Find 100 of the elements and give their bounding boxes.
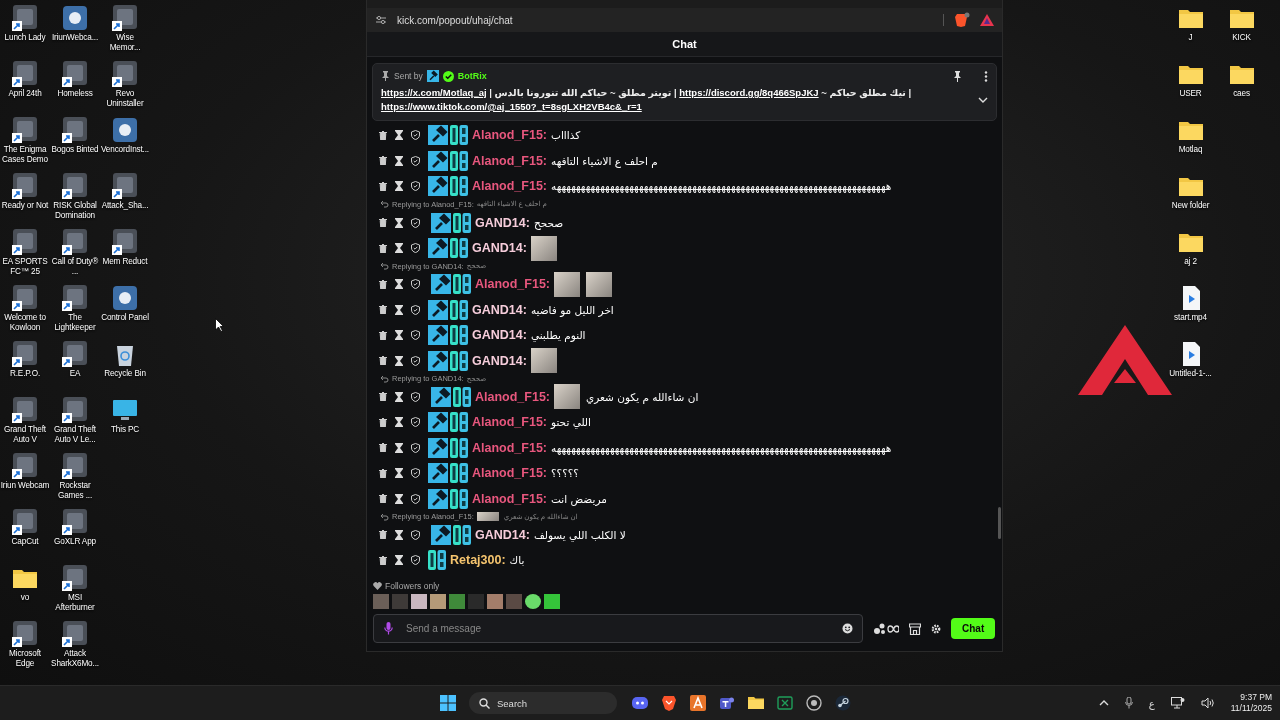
app-icon[interactable]	[61, 4, 89, 32]
desktop-icon-label[interactable]: EA SPORTS FC™ 25	[0, 257, 50, 277]
username[interactable]: Alanod_F15:	[472, 153, 547, 168]
app-shortcut-icon[interactable]	[61, 396, 89, 424]
desktop-icon-label[interactable]: EA	[69, 369, 81, 379]
username[interactable]: Alanod_F15:	[472, 415, 547, 430]
clock-time[interactable]: 9:37 PM	[1240, 692, 1272, 703]
triangle-app-icon[interactable]	[690, 695, 706, 711]
pinned-author[interactable]: BotRix	[457, 71, 487, 81]
desktop-icon-label[interactable]: MSI Afterburner	[50, 593, 100, 613]
app-shortcut-icon[interactable]	[61, 620, 89, 648]
link[interactable]: https://x.com/Motlaq_aj	[381, 87, 487, 98]
app-shortcut-icon[interactable]	[11, 620, 39, 648]
hourglass-icon[interactable]	[395, 304, 403, 315]
shield-icon[interactable]	[411, 330, 420, 341]
shield-icon[interactable]	[411, 155, 420, 166]
chat-app-icon[interactable]	[632, 695, 648, 711]
desktop-icon-label[interactable]: Untitled-1-...	[1169, 369, 1212, 379]
shield-icon[interactable]	[411, 391, 420, 402]
taskbar-search-field[interactable]: Search	[469, 692, 617, 714]
app-shortcut-icon[interactable]	[61, 508, 89, 536]
app-shortcut-icon[interactable]	[11, 452, 39, 480]
app-shortcut-icon[interactable]	[61, 172, 89, 200]
shield-icon[interactable]	[411, 493, 420, 504]
circle-app-icon[interactable]	[806, 695, 822, 711]
triangle-icon[interactable]	[980, 14, 994, 26]
trash-icon[interactable]	[379, 417, 387, 427]
desktop-icon-label[interactable]: Revo Uninstaller	[100, 89, 150, 109]
username[interactable]: GAND14:	[475, 527, 530, 542]
desktop-icon-label[interactable]: New folder	[1171, 201, 1210, 211]
desktop-icon-label[interactable]: RISK Global Domination	[50, 201, 100, 221]
app-shortcut-icon[interactable]	[111, 4, 139, 32]
trash-icon[interactable]	[379, 181, 387, 191]
shield-icon[interactable]	[411, 181, 420, 192]
desktop-icon-label[interactable]: Recycle Bin	[104, 369, 146, 379]
trash-icon[interactable]	[379, 243, 387, 253]
desktop-icon-label[interactable]: Welcome to Kowloon	[0, 313, 50, 333]
trash-icon[interactable]	[379, 218, 387, 228]
shield-icon[interactable]	[411, 217, 420, 228]
shield-icon[interactable]	[411, 468, 420, 479]
desktop-icon-label[interactable]: Homeless	[57, 89, 93, 99]
microphone-icon[interactable]	[384, 622, 393, 635]
username[interactable]: GAND14:	[472, 353, 527, 368]
shield-icon[interactable]	[411, 243, 420, 253]
app-shortcut-icon[interactable]	[11, 340, 39, 368]
username[interactable]: Retaj300:	[450, 553, 506, 568]
emote-image[interactable]	[525, 594, 541, 609]
desktop-icon-label[interactable]: Iriun Webcam	[0, 481, 50, 491]
hourglass-icon[interactable]	[395, 555, 403, 566]
desktop-icon-label[interactable]: Call of Duty® ...	[50, 257, 100, 277]
people-app-icon[interactable]	[719, 695, 735, 711]
desktop-icon-label[interactable]: Mem Reduct	[102, 257, 148, 267]
app-shortcut-icon[interactable]	[61, 340, 89, 368]
gear-circle-icon[interactable]	[835, 695, 851, 711]
points-infinity-icon[interactable]	[873, 622, 899, 635]
app-shortcut-icon[interactable]	[61, 564, 89, 592]
app-shortcut-icon[interactable]	[61, 60, 89, 88]
hourglass-icon[interactable]	[395, 279, 403, 290]
chevron-down-icon[interactable]	[978, 97, 988, 103]
desktop-icon-label[interactable]: VencordInst...	[101, 145, 149, 155]
lion-shield-icon[interactable]	[661, 695, 677, 711]
app-shortcut-icon[interactable]	[11, 116, 39, 144]
desktop-icon-label[interactable]: start.mp4	[1174, 313, 1207, 323]
desktop-icon-label[interactable]: The Lightkeeper	[50, 313, 100, 333]
username[interactable]: Alanod_F15:	[472, 440, 547, 455]
hourglass-icon[interactable]	[395, 155, 403, 166]
trash-icon[interactable]	[379, 555, 387, 565]
app-shortcut-icon[interactable]	[11, 284, 39, 312]
trash-icon[interactable]	[379, 356, 387, 366]
hourglass-icon[interactable]	[395, 391, 403, 402]
link[interactable]: https://discord.gg/8q466SpJKJ	[679, 87, 819, 98]
desktop-icon-label[interactable]: Grand Theft Auto V Le...	[50, 425, 100, 445]
username[interactable]: GAND14:	[475, 215, 530, 230]
desktop-icon-label[interactable]: Microsoft Edge	[0, 649, 50, 669]
desktop-icon-label[interactable]: aj 2	[1184, 257, 1197, 267]
desktop-icon-label[interactable]: IriunWebca...	[51, 33, 99, 43]
app-shortcut-icon[interactable]	[11, 508, 39, 536]
trash-icon[interactable]	[379, 443, 387, 453]
username[interactable]: GAND14:	[472, 328, 527, 343]
folder-icon[interactable]	[748, 695, 764, 711]
clock-date[interactable]: 11/11/2025	[1230, 703, 1272, 714]
app-icon[interactable]	[111, 284, 139, 312]
hourglass-icon[interactable]	[395, 217, 403, 228]
hourglass-icon[interactable]	[395, 417, 403, 428]
desktop-icon-label[interactable]: Ready or Not	[1, 201, 49, 211]
hourglass-icon[interactable]	[395, 493, 403, 504]
app-shortcut-icon[interactable]	[111, 228, 139, 256]
trash-icon[interactable]	[379, 130, 387, 140]
hourglass-icon[interactable]	[395, 181, 403, 192]
shield-icon[interactable]	[411, 442, 420, 453]
app-shortcut-icon[interactable]	[111, 60, 139, 88]
username[interactable]: Alanod_F15:	[472, 128, 547, 143]
desktop-icon-label[interactable]: GoXLR App	[54, 537, 96, 547]
speaker-icon[interactable]	[1200, 697, 1215, 709]
desktop-icon-label[interactable]: CapCut	[11, 537, 39, 547]
desktop-icon-label[interactable]: Control Panel	[101, 313, 149, 323]
desktop-icon-label[interactable]: Motlaq	[1178, 145, 1203, 155]
pin-icon[interactable]	[953, 70, 962, 82]
app-shortcut-icon[interactable]	[11, 4, 39, 32]
trash-icon[interactable]	[379, 279, 387, 289]
